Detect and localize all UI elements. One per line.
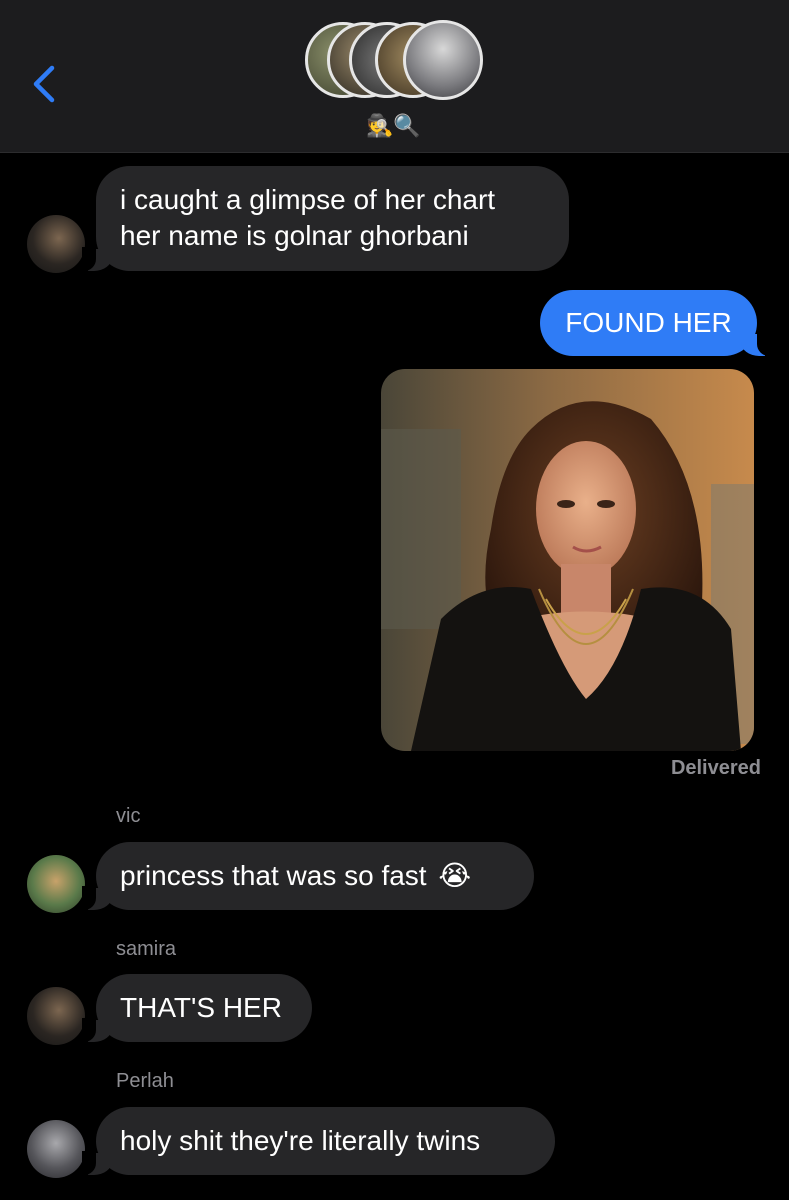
avatar[interactable] [27, 987, 85, 1045]
message-line: her name is golnar ghorbani [120, 220, 469, 251]
sender-name: Perlah [116, 1070, 174, 1092]
conversation-header: 🕵🔍 [0, 0, 789, 153]
crying-emoji-icon: 😭 [438, 859, 472, 892]
incoming-message-bubble[interactable]: princess that was so fast 😭 [82, 842, 534, 910]
avatar[interactable] [27, 215, 85, 273]
message-line: i caught a glimpse of her chart [120, 184, 496, 215]
incoming-message-bubble[interactable]: holy shit they're literally twins [82, 1107, 555, 1175]
delivery-status: Delivered [670, 757, 761, 779]
sender-name: samira [116, 938, 177, 960]
participant-avatar [403, 20, 483, 100]
avatar[interactable] [27, 855, 85, 913]
incoming-message-bubble[interactable]: i caught a glimpse of her chart her name… [82, 166, 569, 271]
message-text: FOUND HER [565, 307, 732, 338]
incoming-message-bubble[interactable]: THAT'S HER [82, 974, 312, 1042]
sender-name: vic [116, 805, 141, 827]
outgoing-message-bubble[interactable]: FOUND HER [540, 290, 771, 356]
message-text: THAT'S HER [120, 992, 282, 1023]
sent-photo[interactable] [381, 369, 754, 751]
message-text: holy shit they're literally twins [120, 1125, 481, 1156]
avatar[interactable] [27, 1120, 85, 1178]
group-avatar-stack[interactable] [305, 20, 485, 104]
group-name[interactable]: 🕵🔍 [366, 113, 421, 141]
back-chevron-icon[interactable] [28, 60, 68, 108]
message-text: princess that was so fast [120, 860, 427, 891]
message-list[interactable]: i caught a glimpse of her chart her name… [0, 153, 789, 1200]
